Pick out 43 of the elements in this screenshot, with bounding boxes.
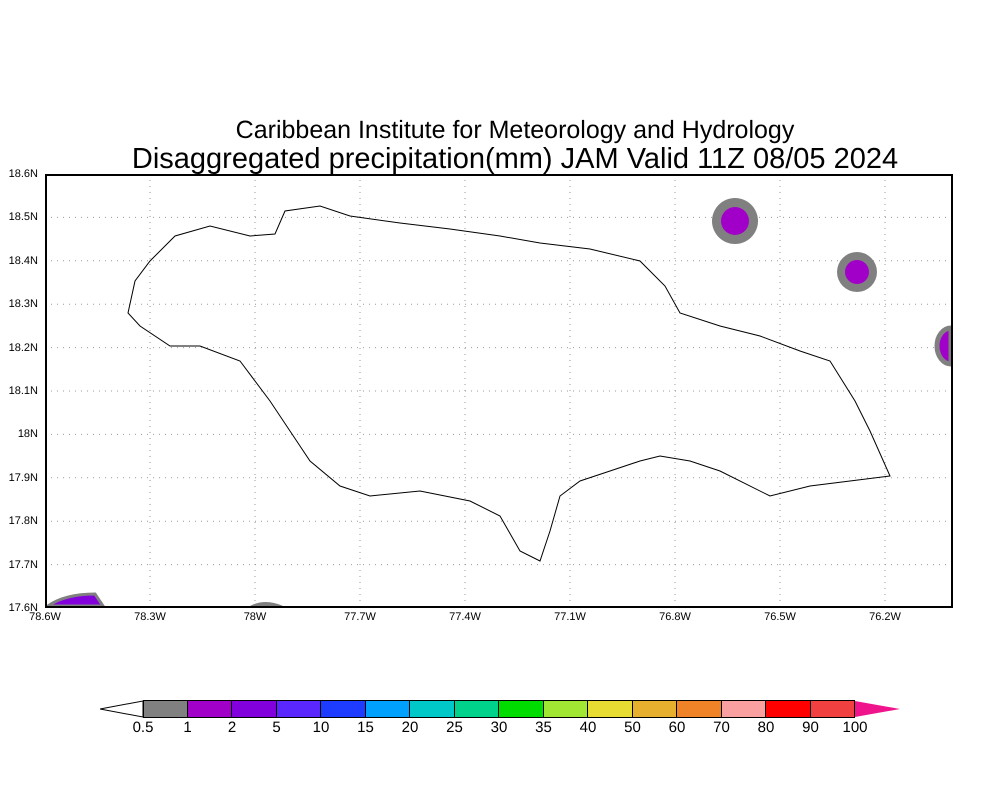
legend-label: 30 bbox=[490, 718, 508, 738]
rainfall-blob bbox=[712, 198, 758, 244]
legend-label: 5 bbox=[271, 718, 282, 738]
legend-label: 60 bbox=[668, 718, 686, 738]
legend-label: 70 bbox=[712, 718, 731, 738]
legend-label: 100 bbox=[841, 718, 869, 738]
latitude-label: 18.1N bbox=[8, 385, 38, 397]
rainfall-blob bbox=[250, 602, 283, 606]
latitude-label: 18.2N bbox=[8, 342, 38, 354]
latitude-label: 18N bbox=[18, 428, 38, 440]
legend-label: 20 bbox=[400, 718, 420, 738]
longitude-label: 78.6W bbox=[29, 611, 61, 623]
legend-label: 35 bbox=[534, 718, 553, 738]
legend-label: 50 bbox=[623, 718, 642, 738]
chart-title: Disaggregated precipitation(mm) JAM Valid 11Z 08/05 2024 bbox=[132, 144, 898, 174]
latitude-label: 18.3N bbox=[8, 298, 38, 310]
longitude-label: 78W bbox=[244, 611, 266, 623]
legend-label: 1 bbox=[182, 718, 193, 738]
latitude-label: 17.9N bbox=[8, 472, 38, 484]
longitude-label: 76.5W bbox=[764, 611, 796, 623]
longitude-label: 77.4W bbox=[449, 611, 481, 623]
legend-label: 15 bbox=[356, 718, 375, 738]
latitude-label: 17.8N bbox=[8, 515, 38, 528]
rainfall-blob bbox=[934, 326, 951, 366]
legend-label: 80 bbox=[756, 718, 776, 738]
legend-label: 25 bbox=[445, 718, 464, 738]
latitude-label: 18.6N bbox=[8, 168, 38, 180]
longitude-label: 78.3W bbox=[134, 611, 166, 623]
legend-label: 90 bbox=[801, 718, 820, 738]
legend-label: 10 bbox=[312, 718, 330, 738]
latitude-label: 17.7N bbox=[8, 558, 38, 571]
legend-label: 0.5 bbox=[132, 718, 154, 738]
longitude-label: 76.8W bbox=[659, 611, 691, 623]
longitude-label: 77.7W bbox=[344, 611, 376, 623]
longitude-label: 77.1W bbox=[554, 611, 586, 623]
latitude-label: 18.4N bbox=[8, 254, 38, 267]
latitude-label: 18.5N bbox=[8, 211, 38, 224]
legend-label: 40 bbox=[578, 718, 598, 738]
chart-title: Caribbean Institute for Meteorology and Hydrology bbox=[236, 116, 794, 144]
legend-label: 2 bbox=[226, 718, 238, 738]
rainfall-blob bbox=[47, 592, 104, 606]
rainfall-blob bbox=[837, 252, 877, 292]
longitude-label: 76.2W bbox=[869, 611, 901, 623]
